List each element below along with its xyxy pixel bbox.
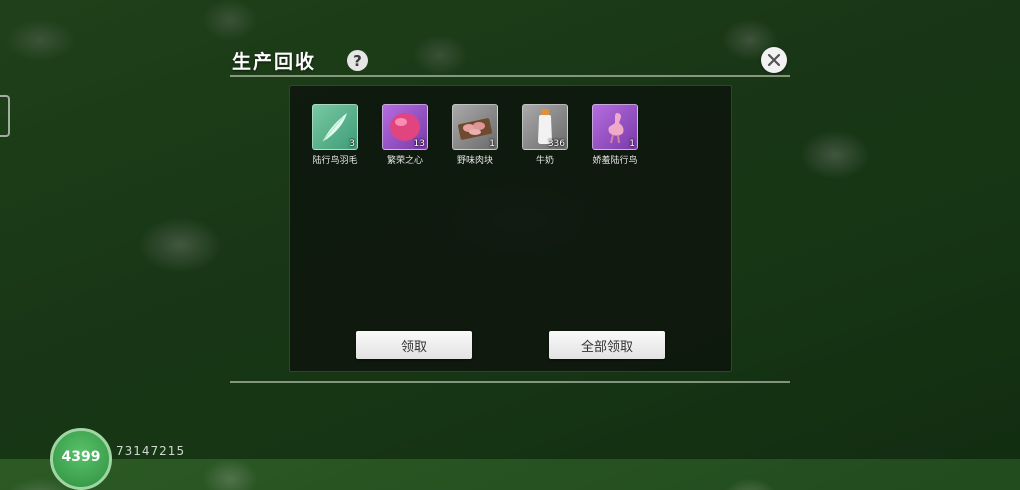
item-slot-milk[interactable]: 336 牛奶 xyxy=(515,104,575,166)
meat-tray-icon: 1 xyxy=(452,104,498,150)
item-slot-pink-chocobo[interactable]: 1 娇羞陆行鸟 xyxy=(585,104,645,166)
item-name: 娇羞陆行鸟 xyxy=(592,156,638,166)
item-count: 336 xyxy=(547,139,565,149)
claim-all-button[interactable]: 全部领取 xyxy=(549,331,665,359)
feather-icon: 3 xyxy=(312,104,358,150)
close-icon[interactable] xyxy=(761,47,787,73)
milk-bottle-icon: 336 xyxy=(522,104,568,150)
dialog-title: 生产回收 xyxy=(232,51,317,73)
item-count: 3 xyxy=(349,139,355,149)
footer-divider xyxy=(230,381,790,383)
header-divider xyxy=(230,75,790,77)
item-slot-meat[interactable]: 1 野味肉块 xyxy=(445,104,505,166)
item-count: 13 xyxy=(413,139,425,149)
item-slot-feather[interactable]: 3 陆行鸟羽毛 xyxy=(305,104,365,166)
item-name: 牛奶 xyxy=(535,156,554,166)
item-slot-heart[interactable]: 13 繁荣之心 xyxy=(375,104,435,166)
recycle-panel: 3 陆行鸟羽毛 13 繁荣之心 1 野味肉块 336 牛奶 1 娇羞陆行鸟 领取… xyxy=(289,85,732,372)
item-name: 繁荣之心 xyxy=(386,156,423,166)
player-id: 73147215 xyxy=(116,444,186,458)
pink-gem-icon: 13 xyxy=(382,104,428,150)
claim-button[interactable]: 领取 xyxy=(356,331,472,359)
help-question-icon[interactable]: ? xyxy=(347,50,368,71)
item-count: 1 xyxy=(489,139,495,149)
player-level-badge[interactable]: 4399 xyxy=(50,428,112,490)
side-tab-handle[interactable] xyxy=(0,95,10,137)
item-count: 1 xyxy=(629,139,635,149)
close-x-icon xyxy=(767,53,781,67)
pink-chocobo-icon: 1 xyxy=(592,104,638,150)
item-name: 野味肉块 xyxy=(456,156,493,166)
player-level: 4399 xyxy=(61,449,101,465)
item-name: 陆行鸟羽毛 xyxy=(312,156,358,166)
